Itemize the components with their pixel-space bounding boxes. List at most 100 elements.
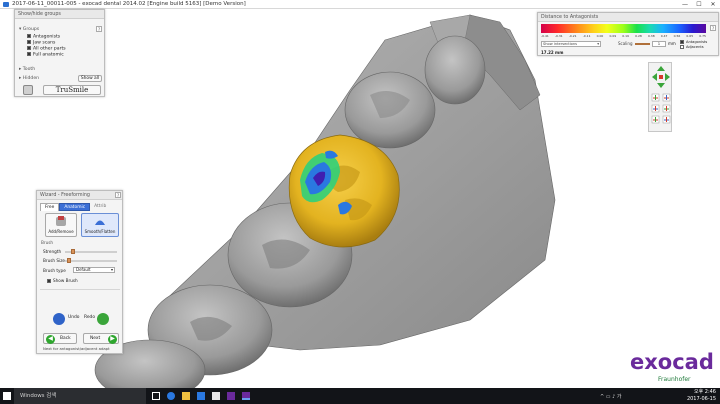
show-brush-toggle[interactable]: Show Brush [47,278,78,283]
exocad-taskbar-icon[interactable] [227,392,235,400]
smooth-flatten-button[interactable]: Smooth/Flatten [81,213,119,237]
scale-labels: -0.41 -0.31 -0.21 -0.11 0.00 0.09 0.19 0… [541,34,706,39]
tab-anatomic[interactable]: Anatomic [59,203,91,211]
scale-label: 0.65 [686,34,694,38]
show-all-button[interactable]: Show all [78,75,102,82]
scale-label: 0.38 [647,34,655,38]
view-preset-icon[interactable] [651,115,660,124]
tab-attrib[interactable]: Attrib [90,203,110,211]
scale-label: -0.11 [582,34,591,38]
show-hide-groups-panel: Show/hide groups ▾ Groups ? Antagonists … [14,9,105,97]
scale-label: -0.31 [554,34,563,38]
scale-label: 0.19 [622,34,629,38]
antagonists-toggle[interactable]: Antagonists [680,40,707,44]
taskbar-clock[interactable]: 오후 2:46 2017-06-15 [660,389,716,403]
maximize-button[interactable]: ☐ [692,0,706,9]
group-item-full-anatomic[interactable]: Full anatomic [27,52,64,58]
arrow-right-icon[interactable] [665,73,670,81]
groups-help-icon[interactable]: ? [96,26,102,32]
minimize-button[interactable]: — [678,0,692,9]
next-button[interactable]: Next ▶ [83,333,119,344]
task-view-icon[interactable] [152,392,160,400]
view-preset-icon[interactable] [651,93,660,102]
brush-size-slider-handle[interactable] [67,258,71,263]
view-preset-icon[interactable] [651,104,660,113]
system-tray-icons[interactable]: ^ ▭ ♪ 가 [600,393,621,400]
checkbox-icon[interactable] [27,40,31,44]
redo-button[interactable]: Redo [84,315,95,320]
chevron-down-icon: ▾ [110,267,113,272]
exocad-logo: exocad Fraunhofer [630,350,718,386]
view-navigation-widget [648,62,672,132]
checkbox-icon[interactable] [27,46,31,50]
strength-slider-handle[interactable] [71,249,75,254]
view-preset-icon[interactable] [662,115,671,124]
taskbar-search[interactable]: Windows 검색 [14,388,146,404]
windows-start-icon[interactable] [3,392,11,400]
trusmile-button[interactable]: TruSmile [43,85,101,95]
scaling-input[interactable]: 1 [652,41,666,47]
title-bar: 2017-06-11_00011-005 - exocad dental 201… [0,0,720,9]
wizard-tabs: Free Anatomic Attrib [40,203,110,211]
add-remove-label: Add/Remove [48,229,74,234]
tab-free[interactable]: Free [40,203,60,211]
arrow-left-icon: ◀ [46,335,55,344]
checkbox-icon[interactable] [27,34,31,38]
arrow-left-icon[interactable] [652,73,657,81]
checkbox-icon[interactable] [27,52,31,56]
add-remove-button[interactable]: Add/Remove [45,213,77,237]
groups-label: Groups [22,27,40,32]
distance-help-icon[interactable]: ? [710,25,716,31]
scale-label: -0.41 [541,34,549,38]
edge-icon[interactable] [167,392,175,400]
smooth-flatten-icon [95,220,105,225]
view-preset-icon[interactable] [662,104,671,113]
back-button[interactable]: ◀ Back [43,333,77,344]
scale-label: 0.28 [635,34,642,38]
strength-label: Strength [43,249,62,254]
checkbox-icon[interactable] [680,40,684,44]
redo-icon[interactable] [97,313,109,325]
view-preset-icon[interactable] [662,93,671,102]
tooth-icon[interactable] [23,85,33,95]
brush-section-label: Brush [41,240,54,245]
group-item-all-other-parts[interactable]: All other parts [27,46,66,52]
app-icon [3,2,9,7]
smooth-flatten-label: Smooth/Flatten [84,229,116,234]
arrow-down-icon[interactable] [657,83,665,88]
undo-icon[interactable] [53,313,65,325]
scale-label: 0.56 [673,34,681,38]
adjacents-toggle[interactable]: Adjacents [680,45,704,49]
app-icon[interactable] [212,392,220,400]
intersection-dropdown[interactable]: Show intersections ▾ [541,41,601,47]
clock-time: 오후 2:46 [693,389,716,395]
group-item-jaw-scans[interactable]: Jaw scans [27,40,55,46]
brush-type-select[interactable]: Default ▾ [73,267,115,273]
center-view-icon[interactable] [659,75,663,79]
add-remove-icon [56,216,66,226]
undo-button[interactable]: Undo [68,315,79,320]
store-icon[interactable] [197,392,205,400]
brand-name: exocad [630,350,714,374]
file-explorer-icon[interactable] [182,392,190,400]
next-label: Next [90,336,101,341]
distance-panel: Distance to Antagonists -0.41 -0.31 -0.2… [537,12,719,56]
scaling-slider[interactable] [635,43,650,45]
arrow-up-icon[interactable] [657,66,665,71]
wizard-title: Wizard - Freeforming [37,191,122,200]
groups-header[interactable]: ▾ Groups [19,27,39,32]
hidden-header[interactable]: ▸ Hidden [19,76,39,81]
scale-label: 0.47 [660,34,668,38]
tooth-header[interactable]: ▸ Tooth [19,67,35,72]
brush-size-slider[interactable] [65,260,117,262]
wizard-help-icon[interactable]: ? [115,192,121,198]
close-button[interactable]: ✕ [706,0,720,9]
scaling-label: Scaling [618,41,633,46]
checkbox-icon[interactable] [47,279,51,283]
arrow-right-icon: ▶ [108,335,117,344]
clock-date: 2017-06-15 [686,396,716,402]
group-item-antagonists[interactable]: Antagonists [27,34,60,40]
brush-type-label: Brush type [43,268,66,273]
exocad-active-taskbar-icon[interactable] [242,392,250,400]
checkbox-icon[interactable] [680,45,684,49]
